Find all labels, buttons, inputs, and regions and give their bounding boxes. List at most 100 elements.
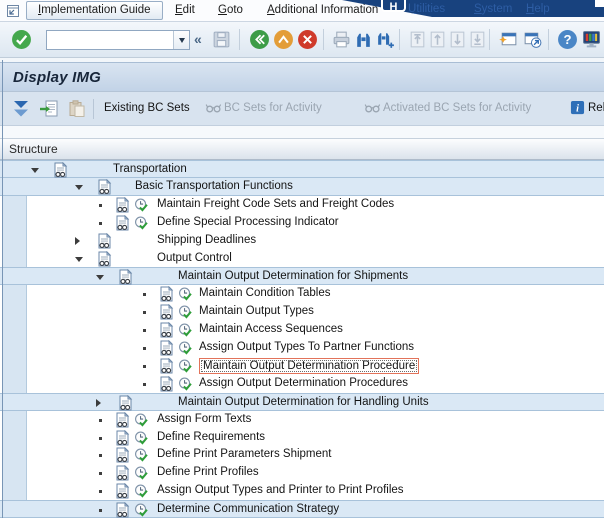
tree-node[interactable]: Maintain Output Determination for Shipme… (0, 267, 604, 285)
tree-node[interactable]: Assign Output Determination Procedures (0, 375, 604, 393)
create-shortcut-icon[interactable] (522, 29, 543, 50)
tree-node-label[interactable]: Assign Output Types To Partner Functions (199, 339, 414, 357)
last-page-icon[interactable] (467, 29, 488, 50)
help-icon[interactable]: ? (557, 29, 578, 50)
documentation-icon[interactable] (159, 322, 174, 338)
tree-node-label[interactable]: Shipping Deadlines (157, 232, 256, 250)
sap-screen-icon[interactable] (5, 3, 21, 19)
tree-node[interactable]: Transportation (0, 160, 604, 178)
menu-edit[interactable]: Edit (175, 4, 195, 16)
tree-node-label[interactable]: Determine Communication Strategy (157, 501, 339, 518)
img-activity-icon[interactable] (134, 502, 149, 518)
collapse-node-icon[interactable] (31, 168, 39, 173)
tree-node-label[interactable]: Assign Output Types and Printer to Print… (157, 482, 404, 500)
existing-bc-sets-button[interactable]: Existing BC Sets (104, 102, 190, 114)
menu-goto[interactable]: Goto (218, 4, 243, 16)
tree-node[interactable]: Define Print Profiles (0, 464, 604, 482)
documentation-icon[interactable] (115, 483, 130, 499)
tree-node-label[interactable]: Assign Output Determination Procedures (199, 375, 408, 393)
tree-node[interactable]: Basic Transportation Functions (0, 178, 604, 196)
customize-layout-icon[interactable] (581, 29, 602, 50)
expand-node-icon[interactable] (96, 399, 101, 407)
documentation-icon[interactable] (115, 412, 130, 428)
command-field[interactable] (47, 31, 173, 49)
documentation-icon[interactable] (159, 304, 174, 320)
expand-node-icon[interactable] (75, 237, 80, 245)
tree-node[interactable]: Maintain Output Types (0, 303, 604, 321)
img-activity-icon[interactable] (178, 304, 193, 320)
img-activity-icon[interactable] (134, 447, 149, 463)
menu-implementation-guide[interactable]: Implementation Guide (26, 1, 163, 20)
documentation-icon[interactable] (115, 502, 130, 518)
cancel-icon[interactable] (297, 29, 318, 50)
collapse-node-icon[interactable] (75, 185, 83, 190)
save-icon[interactable] (211, 29, 232, 50)
img-activity-icon[interactable] (134, 483, 149, 499)
double-chevron-down-icon[interactable] (10, 98, 32, 120)
img-activity-icon[interactable] (178, 358, 193, 374)
img-activity-icon[interactable] (178, 286, 193, 302)
menu-help[interactable]: Help (526, 3, 550, 15)
tree-node[interactable]: Maintain Freight Code Sets and Freight C… (0, 196, 604, 214)
documentation-icon[interactable] (118, 269, 133, 285)
documentation-icon[interactable] (97, 179, 112, 195)
bc-sets-for-activity-button[interactable]: BC Sets for Activity (224, 102, 322, 114)
tree-node[interactable]: Define Special Processing Indicator (0, 214, 604, 232)
menu-system[interactable]: System (474, 3, 512, 15)
continue-icon[interactable] (11, 29, 32, 50)
tree-node[interactable]: Maintain Condition Tables (0, 285, 604, 303)
tree-node-label[interactable]: Maintain Freight Code Sets and Freight C… (157, 196, 394, 214)
documentation-icon[interactable] (159, 286, 174, 302)
tree-node-label[interactable]: Define Requirements (157, 429, 265, 447)
menu-utilities[interactable]: Utilities (408, 3, 445, 15)
img-activity-icon[interactable] (134, 430, 149, 446)
tree-node[interactable]: Assign Form Texts (0, 411, 604, 429)
documentation-icon[interactable] (97, 251, 112, 267)
find-next-icon[interactable] (375, 29, 396, 50)
first-page-icon[interactable] (407, 29, 428, 50)
documentation-icon[interactable] (115, 215, 130, 231)
tree-node-label[interactable]: Transportation (113, 161, 187, 179)
img-activity-icon[interactable] (178, 340, 193, 356)
new-session-icon[interactable] (498, 29, 519, 50)
collapse-node-icon[interactable] (75, 257, 83, 262)
tree-node[interactable]: Define Requirements (0, 429, 604, 447)
tree-node-label[interactable]: Maintain Access Sequences (199, 321, 343, 339)
tree-node[interactable]: Output Control (0, 250, 604, 268)
release-notes-button[interactable]: Release (588, 102, 604, 114)
activated-bc-sets-for-activity-button[interactable]: Activated BC Sets for Activity (383, 102, 531, 114)
img-activity-icon[interactable] (134, 465, 149, 481)
documentation-icon[interactable] (115, 197, 130, 213)
documentation-icon[interactable] (159, 340, 174, 356)
documentation-icon[interactable] (115, 465, 130, 481)
previous-page-icon[interactable] (427, 29, 448, 50)
img-activity-icon[interactable] (134, 412, 149, 428)
collapse-node-icon[interactable] (96, 275, 104, 280)
command-dropdown-icon[interactable] (173, 31, 189, 49)
tree-node[interactable]: Assign Output Types To Partner Functions (0, 339, 604, 357)
tree-node-label[interactable]: Define Special Processing Indicator (157, 214, 339, 232)
find-icon[interactable] (353, 29, 374, 50)
img-activity-icon[interactable] (178, 376, 193, 392)
tree-node-label[interactable]: Maintain Output Types (199, 303, 314, 321)
img-activity-icon[interactable] (134, 197, 149, 213)
tree-node-label[interactable]: Maintain Condition Tables (199, 285, 330, 303)
paste-icon[interactable] (66, 98, 88, 120)
tree-node[interactable]: Maintain Access Sequences (0, 321, 604, 339)
menu-additional-information[interactable]: Additional Information (267, 4, 378, 16)
documentation-icon[interactable] (159, 358, 174, 374)
documentation-icon[interactable] (53, 162, 68, 178)
tree-node-label[interactable]: Maintain Output Determination for Handli… (178, 394, 429, 412)
tree-node[interactable]: Determine Communication Strategy (0, 500, 604, 518)
documentation-icon[interactable] (159, 376, 174, 392)
documentation-icon[interactable] (118, 395, 133, 411)
tree-node[interactable]: Shipping Deadlines (0, 232, 604, 250)
tree-node-label[interactable]: Assign Form Texts (157, 411, 251, 429)
tree-node-label[interactable]: Define Print Profiles (157, 464, 259, 482)
collapse-field-icon[interactable]: « (194, 31, 202, 47)
documentation-icon[interactable] (115, 430, 130, 446)
documentation-icon[interactable] (97, 233, 112, 249)
img-activity-icon[interactable] (178, 322, 193, 338)
documentation-icon[interactable] (115, 447, 130, 463)
tree-node-label[interactable]: Maintain Output Determination Procedure (199, 358, 419, 375)
